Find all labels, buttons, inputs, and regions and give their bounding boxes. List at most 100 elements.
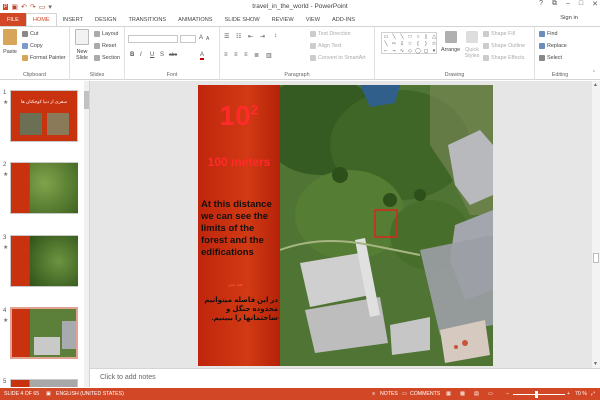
thumbnails-scroll-thumb[interactable] (84, 91, 89, 109)
start-from-beginning-icon[interactable]: ▭ (39, 3, 46, 11)
farsi-description[interactable]: در این فاصله میتوانیم محدوده جنگل و ساخت… (200, 296, 278, 323)
justify-icon[interactable]: ≣ (254, 52, 259, 59)
zoom-out-icon[interactable]: – (506, 391, 509, 397)
cut-button[interactable]: Cut (22, 31, 38, 37)
zoom-level[interactable]: 70 % (575, 391, 587, 397)
connector-shape-icon[interactable]: ⌐ (382, 47, 390, 54)
zoom-slider-handle[interactable] (535, 391, 538, 398)
fit-slide-icon[interactable]: ⤢ (591, 391, 595, 398)
collapse-ribbon-icon[interactable]: ⌃ (592, 70, 596, 76)
line-shape-icon[interactable]: ╲ (390, 33, 398, 40)
save-icon[interactable]: ▣ (11, 3, 18, 11)
arrow-shape-icon[interactable]: ⇨ (390, 40, 398, 47)
font-color-icon[interactable]: A (200, 52, 205, 60)
slide-show-icon[interactable]: ▭ (488, 391, 493, 397)
shape-outline-button[interactable]: Shape Outline (483, 43, 525, 49)
tab-view[interactable]: VIEW (300, 13, 326, 26)
notes-button[interactable]: NOTES (380, 391, 398, 397)
decrease-indent-icon[interactable]: ⇤ (248, 33, 253, 40)
line-shape-icon[interactable]: ╲ (398, 33, 406, 40)
editor-scroll-thumb[interactable] (593, 253, 599, 263)
font-size-combo[interactable] (180, 35, 196, 43)
distance-heading[interactable]: 100 meters (198, 155, 280, 169)
notes-placeholder[interactable]: Click to add notes (100, 374, 156, 381)
rectangle-shape-icon[interactable]: □ (406, 33, 414, 40)
font-name-combo[interactable] (128, 35, 178, 43)
text-direction-button[interactable]: Text Direction (310, 31, 351, 37)
reset-button[interactable]: Reset (94, 43, 116, 49)
quick-styles-button[interactable]: Quick Styles (463, 31, 481, 59)
tab-slide-show[interactable]: SLIDE SHOW (219, 13, 266, 26)
bold-button[interactable]: B (130, 52, 134, 58)
layout-button[interactable]: Layout (94, 31, 118, 37)
notes-pane[interactable]: Click to add notes (90, 368, 600, 388)
copy-button[interactable]: Copy (22, 43, 43, 49)
star-shape-icon[interactable]: ☆ (406, 40, 414, 47)
line-shape-icon[interactable]: ╲ (382, 40, 390, 47)
textbox-shape-icon[interactable]: ▭ (382, 33, 390, 40)
oval-shape-icon[interactable]: ○ (414, 33, 422, 40)
increase-indent-icon[interactable]: ⇥ (260, 33, 265, 40)
align-text-button[interactable]: Align Text (310, 43, 341, 49)
shape-icon[interactable]: ◯ (414, 47, 422, 54)
slide-thumbnail-3[interactable] (10, 235, 78, 287)
english-description[interactable]: At this distance we can see the limits o… (201, 199, 279, 259)
slide-thumbnail-1[interactable]: سفری از دنیا کوچکتان ها (10, 90, 78, 142)
ribbon-display-icon[interactable]: ⧉ (552, 0, 557, 8)
format-painter-button[interactable]: Format Painter (22, 55, 66, 61)
brace-shape-icon[interactable]: } (422, 40, 430, 47)
shape-icon[interactable]: ◇ (406, 47, 414, 54)
slide-thumbnail-2[interactable] (10, 162, 78, 214)
grow-font-icon[interactable]: A (199, 35, 203, 41)
tab-animations[interactable]: ANIMATIONS (172, 13, 218, 26)
more-shapes-icon[interactable]: ▾ (430, 47, 438, 54)
line-spacing-icon[interactable]: ↕ (274, 33, 277, 39)
columns-icon[interactable]: ▥ (266, 52, 272, 59)
slide-thumbnail-4[interactable] (10, 307, 78, 359)
shape-fill-button[interactable]: Shape Fill (483, 31, 515, 37)
section-button[interactable]: Section (94, 55, 120, 61)
shapes-gallery[interactable]: ▭ ╲ ╲ □ ○ ▯ △ ╲ ⇨ ⇩ ☆ { } ✩ ⌐ ¬ ∿ ◇ ◯ ◻ (381, 32, 437, 54)
redo-icon[interactable]: ↷ (30, 3, 36, 11)
numbering-icon[interactable]: ☷ (236, 33, 241, 40)
underline-button[interactable]: U (150, 52, 154, 58)
shrink-font-icon[interactable]: A (206, 36, 209, 42)
tab-add-ins[interactable]: ADD-INS (326, 13, 361, 26)
notes-toggle-icon[interactable]: ≡ (372, 391, 375, 397)
align-right-icon[interactable]: ≡ (244, 52, 248, 58)
tab-file[interactable]: FILE (0, 13, 26, 26)
tab-insert[interactable]: INSERT (57, 13, 89, 26)
paste-button[interactable]: Paste (3, 29, 17, 55)
scroll-up-icon[interactable]: ▲ (593, 82, 598, 88)
brace-shape-icon[interactable]: { (414, 40, 422, 47)
customize-qat-icon[interactable]: ▾ (48, 3, 52, 11)
slide-sorter-icon[interactable]: ▩ (460, 391, 465, 397)
replace-button[interactable]: Replace (539, 43, 567, 49)
thumbnails-scrollbar[interactable] (84, 81, 89, 387)
bullets-icon[interactable]: ☰ (224, 33, 229, 40)
zoom-in-icon[interactable]: + (567, 391, 570, 397)
power-of-ten-heading[interactable]: 102 (198, 100, 280, 132)
tab-design[interactable]: DESIGN (89, 13, 122, 26)
normal-view-icon[interactable]: ▦ (446, 391, 451, 397)
rect-shape-icon[interactable]: ▯ (422, 33, 430, 40)
strikethrough-button[interactable]: abc (169, 52, 177, 58)
shadow-button[interactable]: S (160, 52, 164, 58)
curve-shape-icon[interactable]: ∿ (398, 47, 406, 54)
language-indicator[interactable]: ENGLISH (UNITED STATES) (56, 391, 124, 397)
star-shape-icon[interactable]: ✩ (430, 40, 438, 47)
triangle-shape-icon[interactable]: △ (430, 33, 438, 40)
zoom-slider[interactable] (513, 394, 565, 395)
shape-icon[interactable]: ◻ (422, 47, 430, 54)
editor-vertical-scrollbar[interactable]: ▲ ▼ (592, 81, 600, 368)
convert-smartart-button[interactable]: Convert to SmartArt (310, 55, 366, 61)
current-slide[interactable]: 102 100 meters At this distance we can s… (198, 85, 493, 366)
select-button[interactable]: Select (539, 55, 562, 61)
farsi-subtitle[interactable]: صد متر (228, 282, 243, 288)
connector-shape-icon[interactable]: ¬ (390, 47, 398, 54)
new-slide-button[interactable]: New Slide (73, 29, 91, 61)
undo-icon[interactable]: ↶ (21, 3, 27, 11)
comments-toggle-icon[interactable]: ▭ (402, 391, 407, 397)
arrow-shape-icon[interactable]: ⇩ (398, 40, 406, 47)
shape-effects-button[interactable]: Shape Effects (483, 55, 524, 61)
